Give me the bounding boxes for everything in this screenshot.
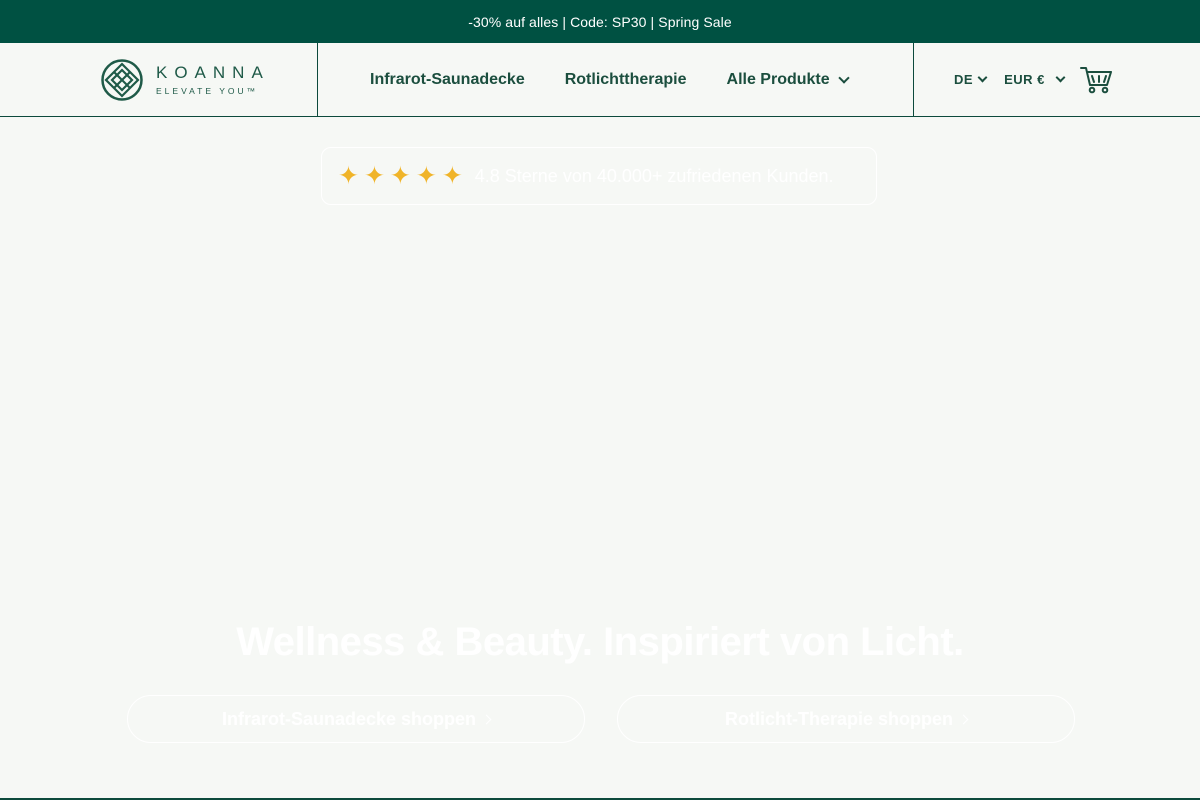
nav-item-label: Infrarot-Saunadecke xyxy=(370,70,525,88)
header-divider-right xyxy=(913,43,914,116)
chevron-right-icon xyxy=(958,714,969,724)
star-icon: ✦ xyxy=(415,161,437,190)
koanna-logo-icon xyxy=(101,59,143,101)
language-label: DE xyxy=(954,72,974,87)
chevron-down-icon xyxy=(1055,72,1066,83)
nav-item-alle-produkte[interactable]: Alle Produkte xyxy=(726,70,850,89)
header-divider-left xyxy=(317,43,318,116)
star-icon: ✦ xyxy=(441,161,463,190)
chevron-right-icon xyxy=(481,714,492,724)
rating-badge: ✦ ✦ ✦ ✦ ✦ 4.8 Sterne von 40.000+ zufried… xyxy=(321,147,877,205)
star-icon: ✦ xyxy=(389,161,411,190)
shop-rotlicht-therapie-button[interactable]: Rotlicht-Therapie shoppen xyxy=(617,695,1075,743)
star-icon: ✦ xyxy=(363,161,385,190)
promo-bar: -30% auf alles | Code: SP30 | Spring Sal… xyxy=(0,0,1200,43)
cta-label: Rotlicht-Therapie shoppen xyxy=(724,708,953,729)
header-utilities: DE EUR € xyxy=(954,43,1112,116)
main-nav: Infrarot-Saunadecke Rotlichttherapie All… xyxy=(370,43,850,116)
nav-item-label: Rotlichttherapie xyxy=(564,70,687,88)
nav-item-infrarot-saunadecke[interactable]: Infrarot-Saunadecke xyxy=(370,71,525,89)
language-selector[interactable]: DE xyxy=(954,72,988,87)
logo[interactable]: KOANNA ELEVATE YOU™ xyxy=(101,59,270,101)
logo-text: KOANNA ELEVATE YOU™ xyxy=(156,63,270,97)
currency-label: EUR € xyxy=(1004,72,1045,87)
promo-text: -30% auf alles | Code: SP30 | Spring Sal… xyxy=(468,13,732,30)
logo-wordmark: KOANNA xyxy=(156,63,270,82)
cart-icon[interactable] xyxy=(1079,65,1112,95)
nav-item-label: Alle Produkte xyxy=(726,70,830,88)
shop-infrarot-saunadecke-button[interactable]: Infrarot-Saunadecke shoppen xyxy=(127,695,585,743)
chevron-down-icon xyxy=(837,71,850,84)
currency-selector[interactable]: EUR € xyxy=(1004,72,1066,87)
header: KOANNA ELEVATE YOU™ Infrarot-Saunadecke … xyxy=(0,43,1200,117)
rating-stars: ✦ ✦ ✦ ✦ ✦ xyxy=(338,161,463,190)
nav-item-rotlichttherapie[interactable]: Rotlichttherapie xyxy=(565,71,687,89)
hero-title: Wellness & Beauty. Inspiriert von Licht. xyxy=(236,620,964,664)
cta-label: Infrarot-Saunadecke shoppen xyxy=(221,708,477,729)
chevron-down-icon xyxy=(977,72,988,83)
logo-tagline: ELEVATE YOU™ xyxy=(156,86,259,96)
rating-text: 4.8 Sterne von 40.000+ zufriedenen Kunde… xyxy=(474,165,834,186)
star-icon: ✦ xyxy=(338,161,359,190)
